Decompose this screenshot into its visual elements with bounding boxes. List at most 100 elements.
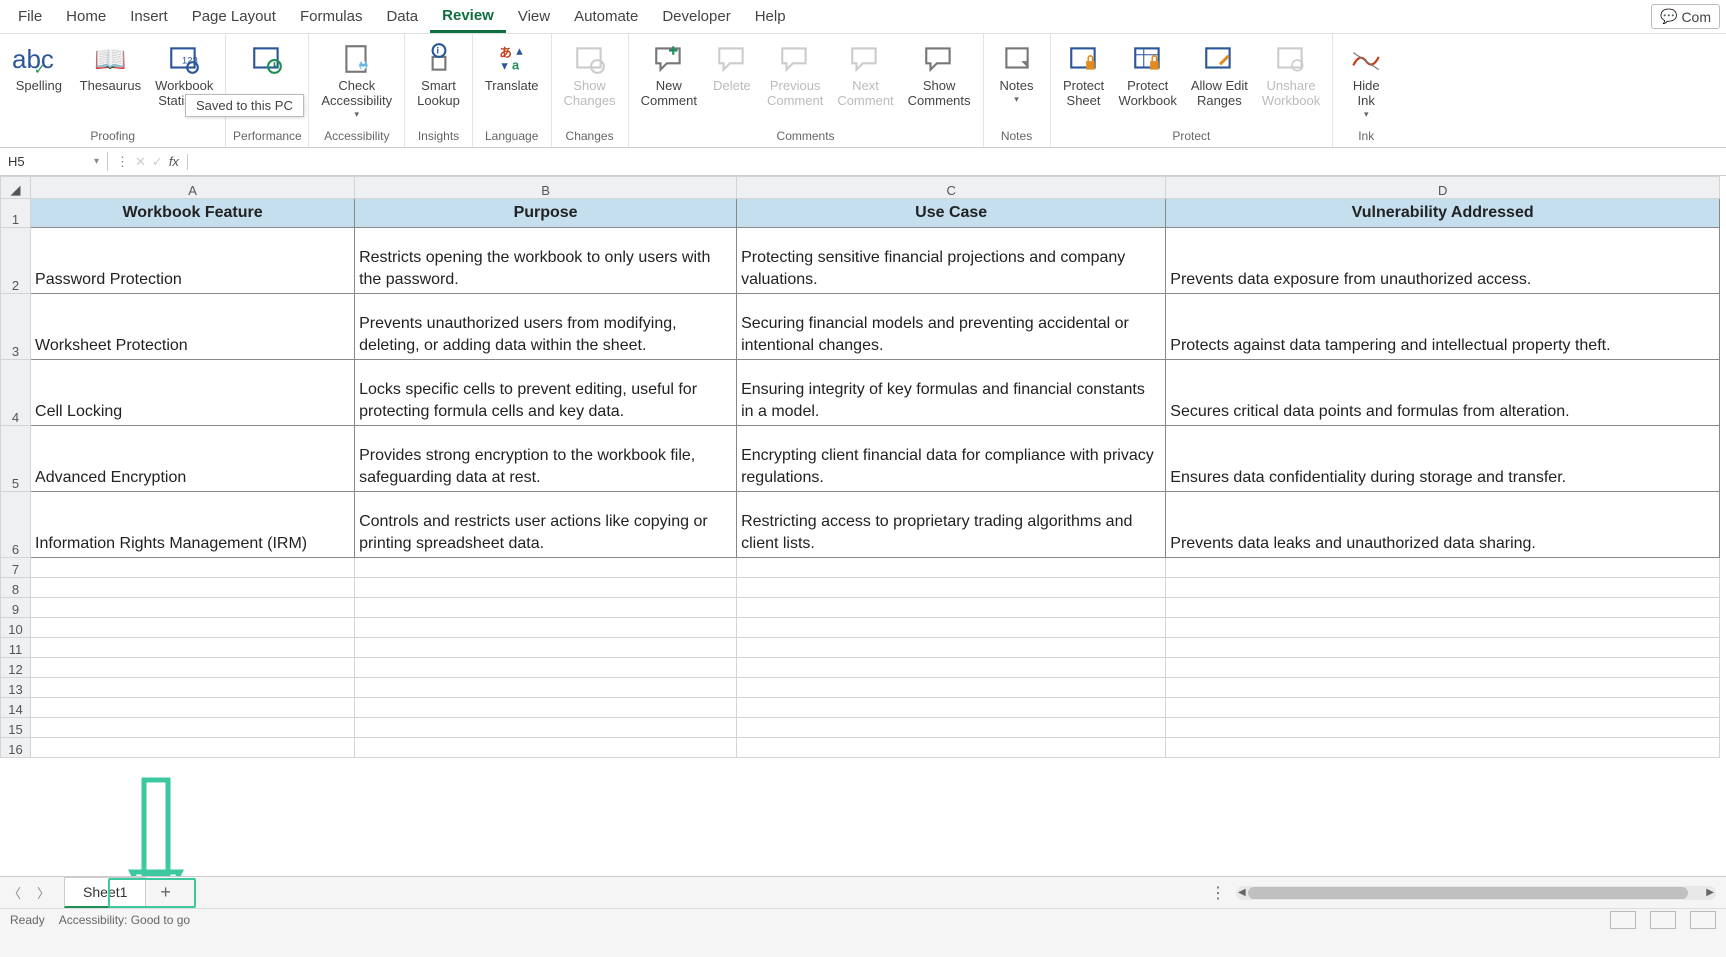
tab-help[interactable]: Help — [743, 2, 798, 31]
scroll-left-icon[interactable]: ◀ — [1238, 887, 1246, 898]
cell[interactable] — [737, 717, 1166, 737]
cell[interactable] — [1166, 717, 1720, 737]
add-sheet-button[interactable]: + — [146, 876, 185, 909]
tab-automate[interactable]: Automate — [562, 2, 650, 31]
thesaurus-button[interactable]: 📖 Thesaurus — [74, 38, 147, 96]
unshare-workbook-button[interactable]: Unshare Workbook — [1256, 38, 1326, 111]
row-header[interactable]: 1 — [1, 199, 31, 228]
next-comment-button[interactable]: Next Comment — [831, 38, 899, 111]
check-accessibility-button[interactable]: Check Accessibility ▾ — [315, 38, 398, 122]
delete-comment-button[interactable]: Delete — [705, 38, 759, 96]
cell[interactable]: Protects against data tampering and inte… — [1166, 293, 1720, 359]
cell[interactable]: Prevents data leaks and unauthorized dat… — [1166, 491, 1720, 557]
cell[interactable] — [31, 737, 355, 757]
row-header[interactable]: 3 — [1, 293, 31, 359]
cell[interactable]: Encrypting client financial data for com… — [737, 425, 1166, 491]
cell[interactable] — [1166, 597, 1720, 617]
performance-button[interactable] — [232, 38, 302, 96]
cell[interactable] — [31, 577, 355, 597]
col-header-d[interactable]: D — [1166, 177, 1720, 199]
cell[interactable] — [1166, 657, 1720, 677]
cell[interactable] — [737, 677, 1166, 697]
menu-icon[interactable]: ⋮ — [116, 154, 129, 170]
col-header-a[interactable]: A — [31, 177, 355, 199]
cell[interactable] — [737, 657, 1166, 677]
cell[interactable]: Restricting access to proprietary tradin… — [737, 491, 1166, 557]
cell[interactable] — [1166, 697, 1720, 717]
cell[interactable] — [355, 557, 737, 577]
scrollbar-thumb[interactable] — [1248, 887, 1688, 899]
row-header[interactable]: 7 — [1, 557, 31, 577]
cell[interactable]: Prevents data exposure from unauthorized… — [1166, 227, 1720, 293]
hide-ink-button[interactable]: Hide Ink ▾ — [1339, 38, 1393, 122]
tab-file[interactable]: File — [6, 2, 54, 31]
show-changes-button[interactable]: Show Changes — [558, 38, 622, 111]
cell[interactable] — [31, 637, 355, 657]
cell[interactable]: Securing financial models and preventing… — [737, 293, 1166, 359]
row-header[interactable]: 4 — [1, 359, 31, 425]
cell[interactable]: Secures critical data points and formula… — [1166, 359, 1720, 425]
row-header[interactable]: 14 — [1, 697, 31, 717]
col-header-c[interactable]: C — [737, 177, 1166, 199]
cell[interactable]: Restricts opening the workbook to only u… — [355, 227, 737, 293]
cell[interactable]: Provides strong encryption to the workbo… — [355, 425, 737, 491]
cell[interactable] — [737, 597, 1166, 617]
cell[interactable] — [31, 617, 355, 637]
cell[interactable]: Controls and restricts user actions like… — [355, 491, 737, 557]
cell[interactable] — [1166, 617, 1720, 637]
cell[interactable] — [737, 737, 1166, 757]
cell[interactable] — [31, 717, 355, 737]
cell[interactable] — [31, 597, 355, 617]
smart-lookup-button[interactable]: i Smart Lookup — [411, 38, 466, 111]
cell[interactable] — [1166, 577, 1720, 597]
allow-edit-ranges-button[interactable]: Allow Edit Ranges — [1185, 38, 1254, 111]
row-header[interactable]: 6 — [1, 491, 31, 557]
fx-icon[interactable]: fx — [169, 154, 179, 169]
view-pagebreak-button[interactable] — [1690, 911, 1716, 929]
cell[interactable]: Purpose — [355, 199, 737, 228]
cell[interactable] — [31, 657, 355, 677]
protect-sheet-button[interactable]: Protect Sheet — [1057, 38, 1111, 111]
cell[interactable] — [737, 637, 1166, 657]
row-header[interactable]: 10 — [1, 617, 31, 637]
cell[interactable] — [355, 617, 737, 637]
cell[interactable] — [355, 637, 737, 657]
cell[interactable] — [355, 717, 737, 737]
cell[interactable]: Ensuring integrity of key formulas and f… — [737, 359, 1166, 425]
previous-comment-button[interactable]: Previous Comment — [761, 38, 829, 111]
cell[interactable]: Worksheet Protection — [31, 293, 355, 359]
spreadsheet-grid[interactable]: ◢ A B C D 1 Workbook Feature Purpose Use… — [0, 176, 1726, 876]
cell[interactable] — [1166, 637, 1720, 657]
cell[interactable]: Information Rights Management (IRM) — [31, 491, 355, 557]
scroll-right-icon[interactable]: ▶ — [1706, 887, 1714, 898]
next-sheet-button[interactable]: 〉 — [29, 883, 58, 902]
view-normal-button[interactable] — [1610, 911, 1636, 929]
cell[interactable] — [737, 557, 1166, 577]
cell[interactable]: Locks specific cells to prevent editing,… — [355, 359, 737, 425]
tab-review[interactable]: Review — [430, 1, 506, 33]
spelling-button[interactable]: abc✓ Spelling — [6, 38, 72, 96]
cell[interactable] — [737, 577, 1166, 597]
cell[interactable]: Advanced Encryption — [31, 425, 355, 491]
row-header[interactable]: 5 — [1, 425, 31, 491]
cell[interactable] — [1166, 557, 1720, 577]
cell[interactable] — [355, 677, 737, 697]
cell[interactable] — [31, 557, 355, 577]
row-header[interactable]: 11 — [1, 637, 31, 657]
protect-workbook-button[interactable]: Protect Workbook — [1113, 38, 1183, 111]
cell[interactable]: Cell Locking — [31, 359, 355, 425]
cell[interactable] — [355, 737, 737, 757]
new-comment-button[interactable]: New Comment — [635, 38, 703, 111]
cell[interactable] — [31, 697, 355, 717]
tab-page-layout[interactable]: Page Layout — [180, 2, 288, 31]
show-comments-button[interactable]: Show Comments — [902, 38, 977, 111]
cell[interactable] — [1166, 737, 1720, 757]
cell[interactable]: Prevents unauthorized users from modifyi… — [355, 293, 737, 359]
translate-button[interactable]: あa Translate — [479, 38, 545, 96]
cell[interactable]: Vulnerability Addressed — [1166, 199, 1720, 228]
comments-button[interactable]: 💬 Com — [1651, 4, 1720, 29]
cell[interactable]: Password Protection — [31, 227, 355, 293]
tab-developer[interactable]: Developer — [650, 2, 742, 31]
notes-button[interactable]: Notes ▾ — [990, 38, 1044, 107]
cell[interactable]: Ensures data confidentiality during stor… — [1166, 425, 1720, 491]
